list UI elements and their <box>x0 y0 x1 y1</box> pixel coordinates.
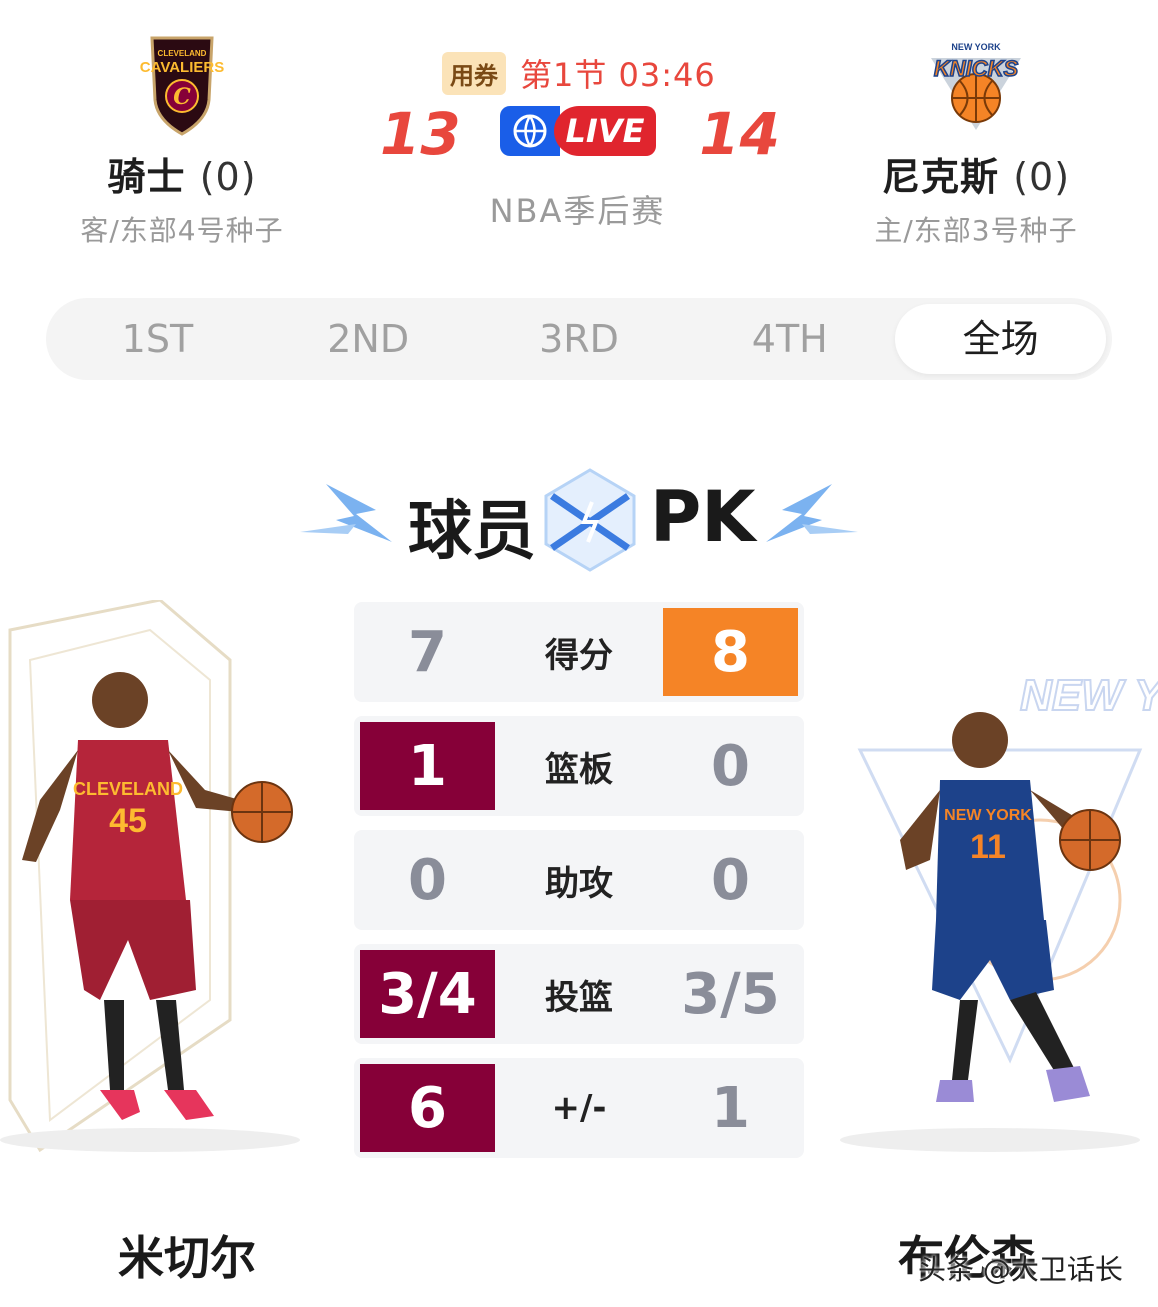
stat-row-field-goals: 3/4 投篮 3/5 <box>354 944 804 1044</box>
crossed-swords-icon <box>544 468 636 572</box>
stat-left-value: 0 <box>408 847 447 913</box>
game-status: 用券 第1节 03:46 13 LIVE 14 NBA季后赛 <box>370 44 790 234</box>
tab-2nd[interactable]: 2ND <box>263 304 474 374</box>
stat-row-assists: 0 助攻 0 <box>354 830 804 930</box>
stat-row-plus-minus: 6 +/- 1 <box>354 1058 804 1158</box>
jersey-text: CLEVELAND <box>73 779 183 799</box>
stat-right-value: 1 <box>711 1075 750 1141</box>
knicks-logo-icon: NEW YORK KNICKS <box>921 30 1031 140</box>
jersey-text: NEW YORK <box>944 807 1032 824</box>
away-score: 13 <box>380 100 461 168</box>
stat-left-value: 1 <box>360 722 495 810</box>
tab-4th[interactable]: 4TH <box>684 304 895 374</box>
player-pk-title: 球员 PK <box>296 466 862 576</box>
lightning-left-icon <box>300 484 392 542</box>
away-team-name: 骑士 (0) <box>107 155 257 199</box>
period-clock: 第1节 03:46 <box>520 56 716 94</box>
stat-right-value: 0 <box>711 847 750 913</box>
player-left-photo[interactable]: CLEVELAND 45 <box>0 598 330 1160</box>
lightning-right-icon <box>766 484 858 542</box>
mitchell-figure: CLEVELAND 45 <box>0 598 300 1153</box>
stat-left-value: 6 <box>360 1064 495 1152</box>
stat-label: 得分 <box>545 635 613 676</box>
tab-1st[interactable]: 1ST <box>52 304 263 374</box>
away-team[interactable]: CLEVELAND CAVALIERS C 骑士 (0) 客/东部4号种子 <box>32 30 332 249</box>
stat-row-rebounds: 1 篮板 0 <box>354 716 804 816</box>
away-team-seed: 客/东部4号种子 <box>80 214 284 247</box>
coupon-badge[interactable]: 用券 <box>442 51 506 95</box>
brunson-figure: NEW YO NEW YORK 11 <box>840 670 1158 1152</box>
stat-label: 助攻 <box>545 863 613 904</box>
svg-text:NEW YO: NEW YO <box>1020 671 1158 720</box>
jersey-number: 45 <box>109 802 147 840</box>
cavaliers-logo-icon: CLEVELAND CAVALIERS C <box>127 30 237 140</box>
live-button[interactable]: LIVE <box>500 106 656 156</box>
tab-3rd[interactable]: 3RD <box>474 304 685 374</box>
stat-left-value: 3/4 <box>360 950 495 1038</box>
home-team[interactable]: NEW YORK KNICKS 尼克斯 (0) 主/东部3号种子 <box>826 30 1126 249</box>
stat-label: 投篮 <box>545 977 613 1018</box>
player-right-photo[interactable]: NEW YO NEW YORK 11 <box>840 640 1158 1160</box>
svg-text:C: C <box>173 84 191 110</box>
svg-text:NEW YORK: NEW YORK <box>951 42 1001 52</box>
tab-full-game[interactable]: 全场 <box>895 304 1106 374</box>
stats-comparison: 7 得分 8 1 篮板 0 0 助攻 0 3/4 投篮 3/5 6 +/- 1 <box>354 602 804 1172</box>
svg-text:KNICKS: KNICKS <box>934 56 1019 81</box>
stat-right-value: 3/5 <box>681 961 780 1027</box>
period-tabs: 1ST 2ND 3RD 4TH 全场 <box>46 298 1112 380</box>
live-label: LIVE <box>554 106 656 156</box>
jersey-number: 11 <box>970 828 1006 866</box>
svg-text:CAVALIERS: CAVALIERS <box>140 59 224 76</box>
stat-right-value: 0 <box>711 733 750 799</box>
home-score: 14 <box>699 100 780 168</box>
pk-title-right: PK <box>650 476 756 558</box>
league-label: NBA季后赛 <box>489 192 666 230</box>
stat-label: +/- <box>551 1088 607 1128</box>
player-left-name[interactable]: 米切尔 <box>118 1222 256 1288</box>
watermark: 头条 @大卫话长 <box>918 1253 1123 1286</box>
stat-row-points: 7 得分 8 <box>354 602 804 702</box>
stat-right-value: 8 <box>663 608 798 696</box>
stat-label: 篮板 <box>545 749 613 790</box>
svg-text:CLEVELAND: CLEVELAND <box>158 49 207 58</box>
globe-icon <box>500 106 560 156</box>
pk-title-left: 球员 <box>408 495 536 569</box>
home-team-seed: 主/东部3号种子 <box>874 214 1078 247</box>
stat-left-value: 7 <box>408 619 447 685</box>
home-team-name: 尼克斯 (0) <box>881 155 1071 199</box>
